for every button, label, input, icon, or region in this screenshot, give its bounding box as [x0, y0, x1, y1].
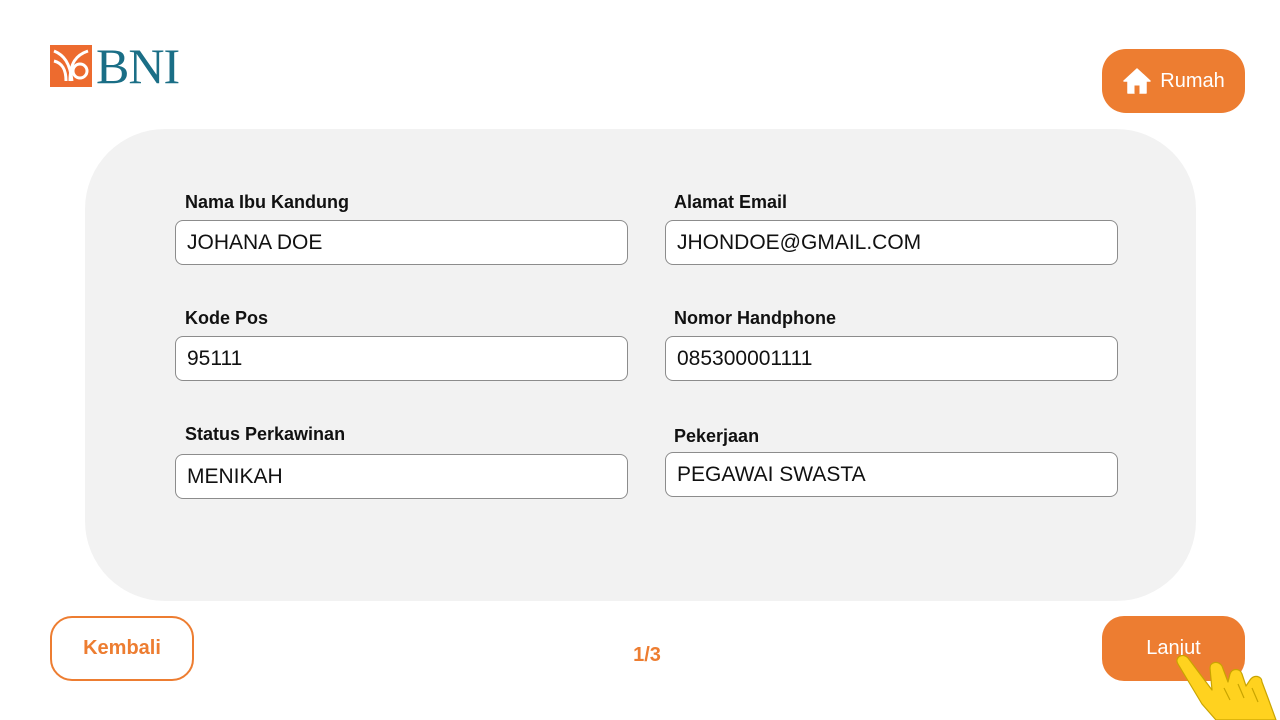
home-icon — [1123, 68, 1151, 94]
email-label: Alamat Email — [674, 192, 788, 212]
mother-name-input[interactable]: JOHANA DOE — [175, 220, 628, 265]
home-button[interactable]: Rumah — [1102, 49, 1245, 113]
back-button-label: Kembali — [83, 637, 161, 659]
postal-code-label: Kode Pos — [185, 308, 269, 328]
logo-text: BNI — [96, 38, 180, 94]
next-button[interactable]: Lanjut — [1102, 616, 1245, 681]
phone-label: Nomor Handphone — [674, 308, 836, 328]
occupation-input[interactable]: PEGAWAI SWASTA — [665, 452, 1118, 497]
back-button[interactable]: Kembali — [50, 616, 194, 681]
mother-name-label: Nama Ibu Kandung — [185, 192, 350, 212]
phone-input[interactable]: 085300001111 — [665, 336, 1118, 381]
bni-logo: BNI — [50, 38, 210, 94]
bni-logo-mark-icon — [50, 45, 92, 87]
page-indicator: 1/3 — [633, 644, 661, 666]
marital-status-input[interactable]: MENIKAH — [175, 454, 628, 499]
marital-status-label: Status Perkawinan — [185, 424, 346, 444]
email-input[interactable]: JHONDOE@GMAIL.COM — [665, 220, 1118, 265]
occupation-label: Pekerjaan — [674, 426, 760, 446]
home-button-label: Rumah — [1160, 69, 1225, 92]
postal-code-input[interactable]: 95111 — [175, 336, 628, 381]
next-button-label: Lanjut — [1146, 637, 1201, 659]
